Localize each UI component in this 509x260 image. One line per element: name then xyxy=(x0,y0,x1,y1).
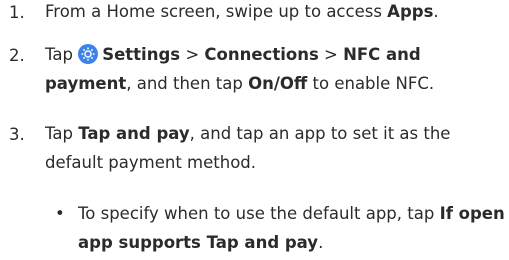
text-run: . xyxy=(433,2,439,21)
on-off-label: On/Off xyxy=(248,74,308,93)
step-number: 3. xyxy=(9,125,25,144)
sub-bullet-text: To specify when to use the default app, … xyxy=(78,199,508,257)
text-run: Tap xyxy=(45,45,79,64)
apps-label: Apps xyxy=(387,2,434,21)
step-text: Tap Settings > Connections > NFC and pay… xyxy=(45,40,505,98)
step-text: From a Home screen, swipe up to access A… xyxy=(45,0,505,26)
text-run: . xyxy=(318,233,324,252)
step-number: 2. xyxy=(9,46,25,65)
step-number: 1. xyxy=(9,3,25,22)
text-run: Tap xyxy=(45,124,79,143)
bullet-marker: • xyxy=(55,204,65,223)
text-run: > xyxy=(318,45,344,64)
text-run: , and then tap xyxy=(126,74,249,93)
text-run: > xyxy=(180,45,205,64)
instructions-page: 1. From a Home screen, swipe up to acces… xyxy=(0,0,509,260)
text-run: to enable NFC. xyxy=(307,74,435,93)
step-text: Tap Tap and pay, and tap an app to set i… xyxy=(45,119,505,177)
settings-gear-icon xyxy=(78,44,99,64)
tap-and-pay-label: Tap and pay xyxy=(78,124,190,143)
text-run: From a Home screen, swipe up to access xyxy=(45,2,388,21)
settings-label: Settings xyxy=(102,45,181,64)
connections-label: Connections xyxy=(204,45,319,64)
text-run: To specify when to use the default app, … xyxy=(78,204,440,223)
